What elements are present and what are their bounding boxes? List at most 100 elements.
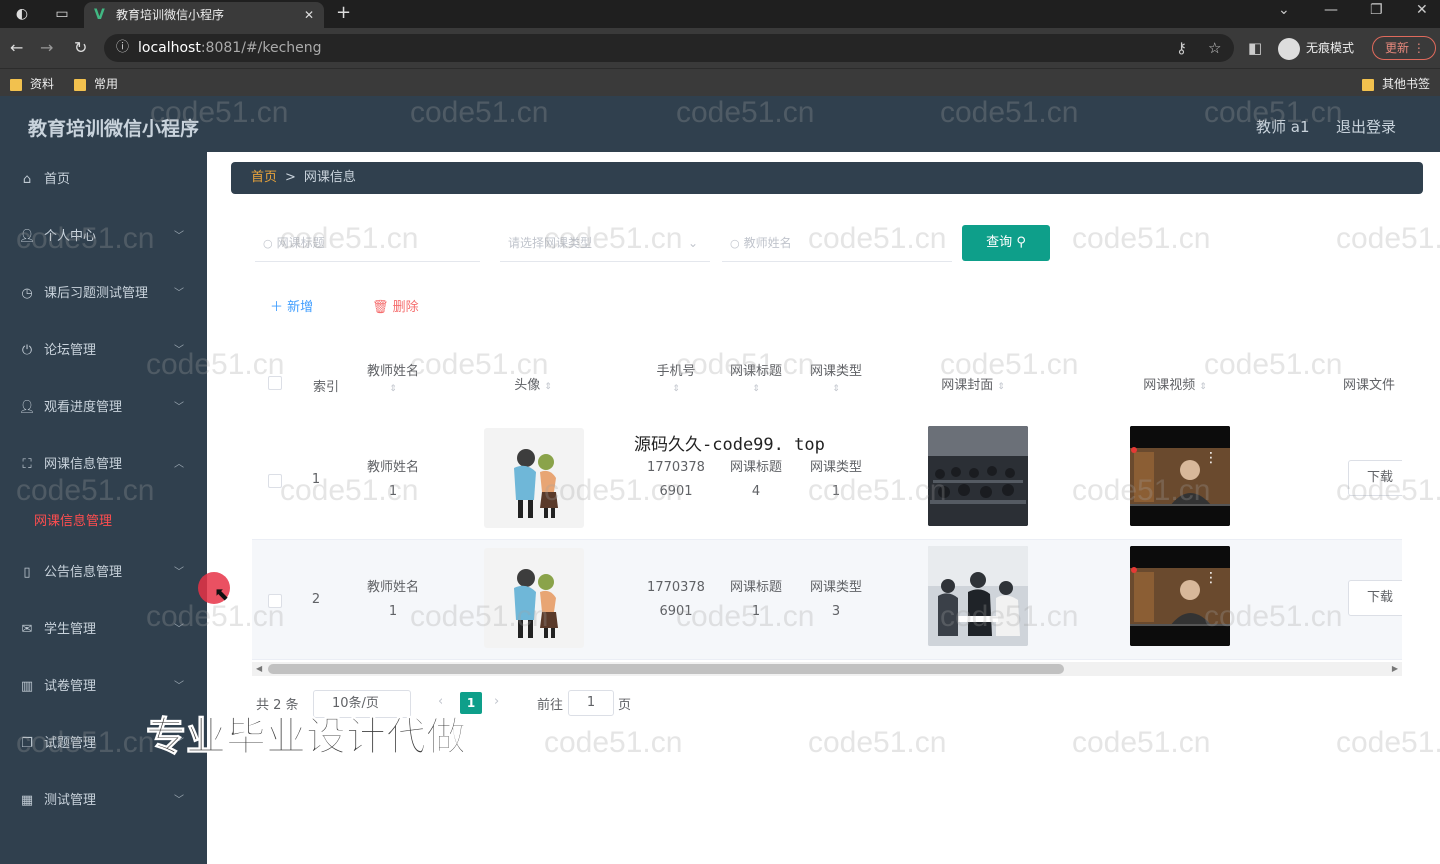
tab-overview-icon[interactable]: ▭ (52, 4, 72, 24)
row-title: 网课标题 4 (729, 460, 782, 499)
header-teacher[interactable]: 教师姓名 ⇕ (356, 360, 430, 394)
trash-icon: 🗑︎ (372, 300, 389, 315)
course-cover-image[interactable] (928, 546, 1028, 646)
address-bar-row: ← → ↻ ⓘ localhost:8081/#/kecheng ⚷ ☆ ◧ 无… (0, 28, 1440, 68)
forward-icon[interactable]: → (40, 38, 53, 57)
row-checkbox[interactable] (268, 474, 282, 488)
course-title-search-input[interactable]: ○ 网课标题 (255, 224, 480, 262)
header-type[interactable]: 网课类型 ⇕ (804, 360, 868, 394)
mail-icon: ✉ (21, 622, 33, 637)
sidebar-item-profile[interactable]: 👤︎ 个人中心 ﹀ (0, 217, 207, 257)
svg-text:⋮: ⋮ (1204, 570, 1218, 586)
course-cover-image[interactable] (928, 426, 1028, 526)
row-phone: 1770378 6901 (647, 460, 705, 499)
user-icon: 👤︎ (18, 400, 36, 415)
add-button[interactable]: ＋ 新增 (270, 296, 313, 315)
logout-link[interactable]: 退出登录 (1336, 116, 1396, 137)
header-cover[interactable]: 网课封面 ⇕ (928, 374, 1018, 393)
incognito-label: 无痕模式 (1306, 41, 1355, 55)
breadcrumb-home[interactable]: 首页 (251, 170, 277, 185)
scroll-left-icon[interactable]: ◀ (256, 662, 262, 676)
back-icon[interactable]: ← (10, 38, 23, 57)
teacher-name-search-input[interactable]: ○ 教师姓名 (722, 224, 952, 262)
download-button[interactable]: 下载 (1348, 460, 1402, 496)
url-input[interactable]: ⓘ localhost:8081/#/kecheng (104, 34, 1234, 62)
minimize-icon[interactable]: — (1324, 2, 1338, 18)
row-checkbox[interactable] (268, 594, 282, 608)
table-row[interactable]: 1 教师姓名 1 1770378 6901 网课标题 4 网课类型 1 ⋮ 下载 (252, 420, 1402, 540)
update-button[interactable]: 更新 ⋮ (1372, 36, 1436, 60)
other-bookmarks[interactable]: 其他书签 (1362, 75, 1430, 92)
course-type-select[interactable]: 请选择网课类型 ⌄ (500, 224, 710, 262)
app-header: 教育培训微信小程序 教师 a1 退出登录 (0, 96, 1440, 152)
clock-icon: ◷ (21, 286, 33, 301)
sort-icon[interactable]: ⇕ (724, 385, 788, 394)
tab-close-icon[interactable]: ✕ (304, 2, 314, 28)
reload-icon[interactable]: ↻ (74, 38, 87, 57)
sort-icon[interactable]: ⇕ (644, 385, 708, 394)
scroll-right-icon[interactable]: ▶ (1392, 662, 1398, 676)
sort-icon[interactable]: ⇕ (356, 385, 430, 394)
incognito-avatar-icon (1278, 37, 1300, 60)
sidebar-item-exercise-test[interactable]: ◷ 课后习题测试管理 ﹀ (0, 274, 207, 314)
bookmarks-bar: 资料 常用 其他书签 (0, 68, 1440, 96)
scrollbar-thumb[interactable] (268, 664, 1064, 674)
row-type: 网课类型 3 (809, 580, 862, 619)
window-close-icon[interactable]: ✕ (1416, 2, 1428, 18)
incognito-indicator[interactable]: 无痕模式 (1278, 36, 1354, 60)
url-host: localhost (138, 40, 201, 56)
sidebar-item-tests[interactable]: ▦ 测试管理 ﹀ (0, 781, 207, 821)
row-teacher: 教师姓名 1 (366, 460, 419, 499)
chevron-down-icon: ﹀ (174, 624, 184, 635)
page-unit-label: 页 (618, 698, 632, 713)
avatar (484, 548, 584, 648)
sidebar-item-home[interactable]: ⌂ 首页 (0, 160, 207, 200)
select-all-checkbox[interactable] (268, 376, 282, 390)
course-video-player[interactable]: ⋮ (1130, 546, 1230, 646)
header-video[interactable]: 网课视频 ⇕ (1130, 374, 1220, 393)
header-avatar[interactable]: 头像 ⇕ (498, 374, 568, 393)
header-phone[interactable]: 手机号 ⇕ (644, 360, 708, 394)
browser-logo-icon[interactable]: ◐ (12, 4, 32, 24)
sidebar-item-notice[interactable]: ▯ 公告信息管理 ﹀ (0, 553, 207, 593)
horizontal-scrollbar[interactable]: ◀ ▶ (252, 662, 1402, 676)
site-info-icon[interactable]: ⓘ (116, 34, 129, 62)
next-page-icon[interactable]: › (494, 694, 499, 709)
download-button[interactable]: 下载 (1348, 580, 1402, 616)
url-path: :8081/#/kecheng (200, 40, 322, 56)
bookmark-star-icon[interactable]: ☆ (1208, 39, 1221, 57)
side-panel-icon[interactable]: ◧ (1248, 39, 1262, 57)
browser-tab[interactable]: V 教育培训微信小程序 ✕ (84, 2, 324, 28)
bookmark-folder-ziliao[interactable]: 资料 (10, 75, 54, 92)
goto-page-input[interactable]: 1 (568, 690, 614, 716)
overlay-banner-text: 专业毕业设计代做 (146, 714, 467, 761)
chevron-down-icon: ﹀ (174, 795, 184, 806)
delete-button[interactable]: 🗑︎ 删除 (372, 296, 419, 315)
sidebar-item-course-info[interactable]: ⛶ 网课信息管理 ︿ (0, 445, 207, 485)
table-row[interactable]: 2 教师姓名 1 1770378 6901 网课标题 1 网课类型 3 ⋮ 下载 (252, 540, 1402, 660)
sort-icon[interactable]: ⇕ (804, 385, 868, 394)
submenu-course-info[interactable]: 网课信息管理 (34, 510, 112, 529)
header-title[interactable]: 网课标题 ⇕ (724, 360, 788, 394)
sidebar-item-progress[interactable]: 👤︎ 观看进度管理 ﹀ (0, 388, 207, 428)
sort-icon[interactable]: ⇕ (1199, 382, 1207, 392)
fullscreen-icon: ⛶ (22, 457, 32, 472)
query-button[interactable]: 查询 ⚲ (962, 225, 1050, 261)
bookmark-folder-changyong[interactable]: 常用 (74, 75, 118, 92)
tab-search-icon[interactable]: ⌄ (1278, 2, 1290, 18)
restore-icon[interactable]: ❐ (1370, 2, 1383, 18)
sort-icon[interactable]: ⇕ (997, 382, 1005, 392)
sidebar-item-papers[interactable]: ▥ 试卷管理 ﹀ (0, 667, 207, 707)
phone-icon: ▯ (23, 565, 31, 580)
new-tab-icon[interactable]: + (336, 2, 351, 23)
course-video-player[interactable]: ⋮ (1130, 426, 1230, 526)
update-label: 更新 (1385, 41, 1410, 55)
search-icon: ○ (263, 237, 273, 250)
overlay-watermark-text: 源码久久-code99. top (634, 435, 825, 455)
sort-icon[interactable]: ⇕ (544, 382, 552, 392)
sidebar-item-students[interactable]: ✉ 学生管理 ﹀ (0, 610, 207, 650)
sidebar-item-forum[interactable]: ⏻ 论坛管理 ﹀ (0, 331, 207, 371)
row-index: 1 (311, 472, 321, 487)
breadcrumb-separator: > (285, 170, 296, 185)
password-key-icon[interactable]: ⚷ (1176, 39, 1187, 57)
